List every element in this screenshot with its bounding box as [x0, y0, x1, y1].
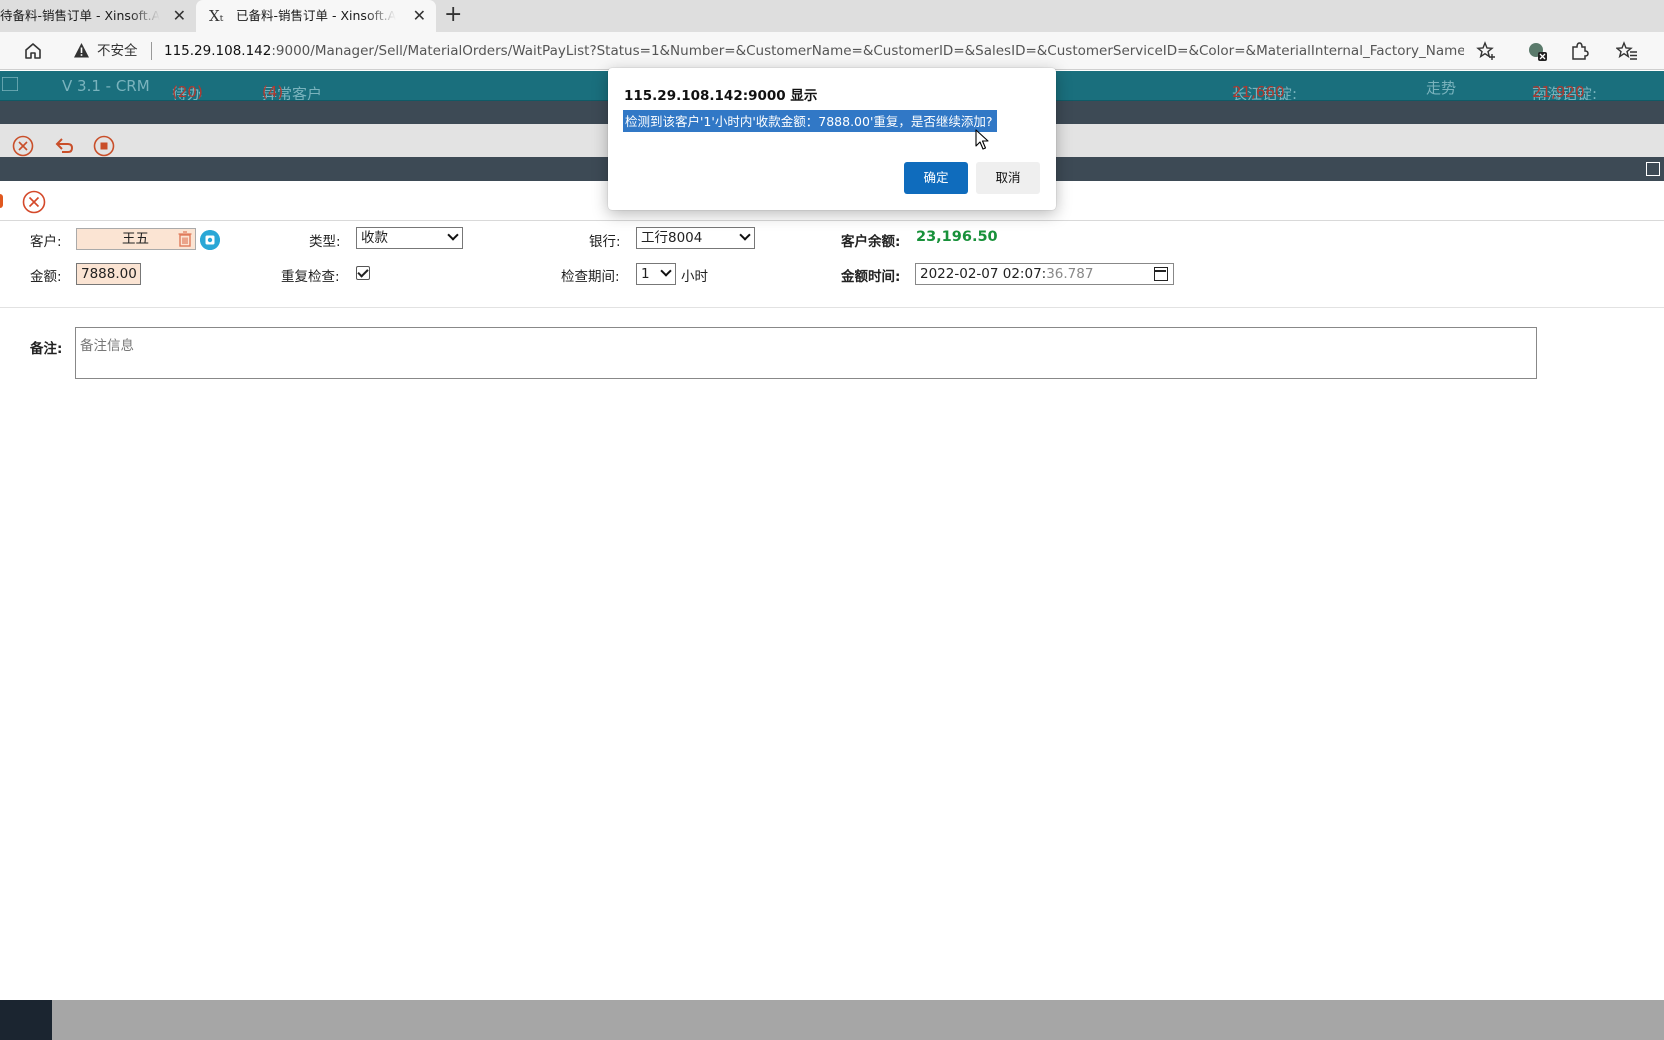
- close-tab-icon[interactable]: ✕: [173, 0, 186, 32]
- chevron-down-icon: [447, 229, 459, 241]
- dup-check-checkbox[interactable]: [356, 266, 370, 280]
- close-tab-icon[interactable]: ✕: [413, 0, 426, 32]
- balance-label: 客户余额:: [841, 234, 901, 250]
- maximize-icon[interactable]: [1646, 162, 1660, 176]
- check-period-select[interactable]: 1: [636, 263, 676, 285]
- type-select[interactable]: 收款: [356, 227, 463, 249]
- bank-label: 银行:: [589, 234, 621, 250]
- trend-link[interactable]: 走势: [1426, 77, 1456, 98]
- amount-input[interactable]: 7888.00: [76, 263, 141, 285]
- amount-time-value: 2022-02-07 02:07:: [920, 266, 1047, 282]
- divider: [151, 42, 152, 60]
- type-label: 类型:: [309, 234, 341, 250]
- amount-time-seconds: 36.787: [1046, 266, 1094, 282]
- check-period-value: 1: [641, 266, 650, 282]
- menu-icon[interactable]: [2, 77, 18, 91]
- todo-count: (20): [172, 83, 203, 101]
- url-path: :9000/Manager/Sell/MaterialOrders/WaitPa…: [271, 43, 1464, 59]
- home-icon[interactable]: [22, 40, 44, 62]
- extensions-icon[interactable]: [1568, 40, 1590, 62]
- browser-tab-bar: 待备料-销售订单 - Xinsoft.ADFIM ✕ Xₜ 已备料-销售订单 -…: [0, 0, 1664, 32]
- warning-icon[interactable]: [73, 42, 90, 59]
- search-customer-icon[interactable]: [200, 230, 220, 250]
- balance-value: 23,196.50: [916, 229, 998, 245]
- extension-shield-icon[interactable]: [1526, 40, 1548, 62]
- amount-time-label: 金额时间:: [841, 269, 901, 285]
- stop-icon[interactable]: [93, 135, 115, 157]
- price1-value: 21,660: [1232, 83, 1285, 101]
- tab-title: 待备料-销售订单 - Xinsoft.ADFIM: [0, 8, 160, 23]
- calendar-icon[interactable]: [1154, 267, 1168, 281]
- type-value: 收款: [361, 230, 388, 246]
- add-favorite-icon[interactable]: [1476, 40, 1498, 62]
- close-circle-icon[interactable]: [12, 135, 34, 157]
- trash-icon[interactable]: [178, 231, 192, 247]
- url-field[interactable]: 115.29.108.142:9000/Manager/Sell/Materia…: [164, 32, 1464, 70]
- bank-select[interactable]: 工行8004: [636, 227, 755, 249]
- divider: [0, 307, 1664, 308]
- cancel-button[interactable]: 取消: [976, 162, 1040, 194]
- taskbar-start[interactable]: [0, 1000, 52, 1040]
- amount-label: 金额:: [30, 269, 62, 285]
- close-circle-icon[interactable]: [22, 190, 46, 214]
- dialog-title: 115.29.108.142:9000 显示: [624, 88, 818, 104]
- orange-marker: [0, 194, 3, 208]
- new-tab-button[interactable]: +: [444, 0, 462, 32]
- check-period-label: 检查期间:: [561, 269, 620, 285]
- chevron-down-icon: [660, 265, 672, 277]
- ok-button[interactable]: 确定: [904, 162, 968, 194]
- taskbar: [0, 1000, 1664, 1040]
- browser-tab-1[interactable]: 待备料-销售订单 - Xinsoft.ADFIM ✕: [0, 0, 196, 32]
- mouse-cursor-icon: [975, 129, 989, 150]
- xinsoft-icon: Xₜ: [209, 7, 224, 25]
- dialog-message: 检测到该客户'1'小时内'收款金额：7888.00'重复，是否继续添加?: [623, 110, 997, 132]
- remark-label: 备注:: [30, 341, 63, 357]
- undo-icon[interactable]: [53, 135, 75, 157]
- abnormal-count: (4): [262, 83, 284, 101]
- price2-value: 21,920: [1532, 83, 1585, 101]
- url-host: 115.29.108.142: [164, 43, 272, 59]
- tab-title: 已备料-销售订单 - Xinsoft.ADFIM: [236, 8, 396, 23]
- check-period-unit: 小时: [681, 269, 708, 285]
- chevron-down-icon: [739, 229, 751, 241]
- customer-label: 客户:: [30, 234, 62, 250]
- remark-textarea[interactable]: 备注信息: [75, 327, 1537, 379]
- bank-value: 工行8004: [641, 230, 703, 246]
- security-label[interactable]: 不安全: [97, 32, 138, 70]
- app-version: V 3.1 - CRM: [62, 77, 150, 95]
- browser-tab-2-active[interactable]: Xₜ 已备料-销售订单 - Xinsoft.ADFIM ✕: [196, 0, 436, 32]
- amount-time-input[interactable]: 2022-02-07 02:07:36.787: [915, 263, 1174, 285]
- favorites-icon[interactable]: [1616, 40, 1638, 62]
- address-bar: 不安全 115.29.108.142:9000/Manager/Sell/Mat…: [0, 32, 1664, 70]
- dup-check-label: 重复检查:: [281, 269, 340, 285]
